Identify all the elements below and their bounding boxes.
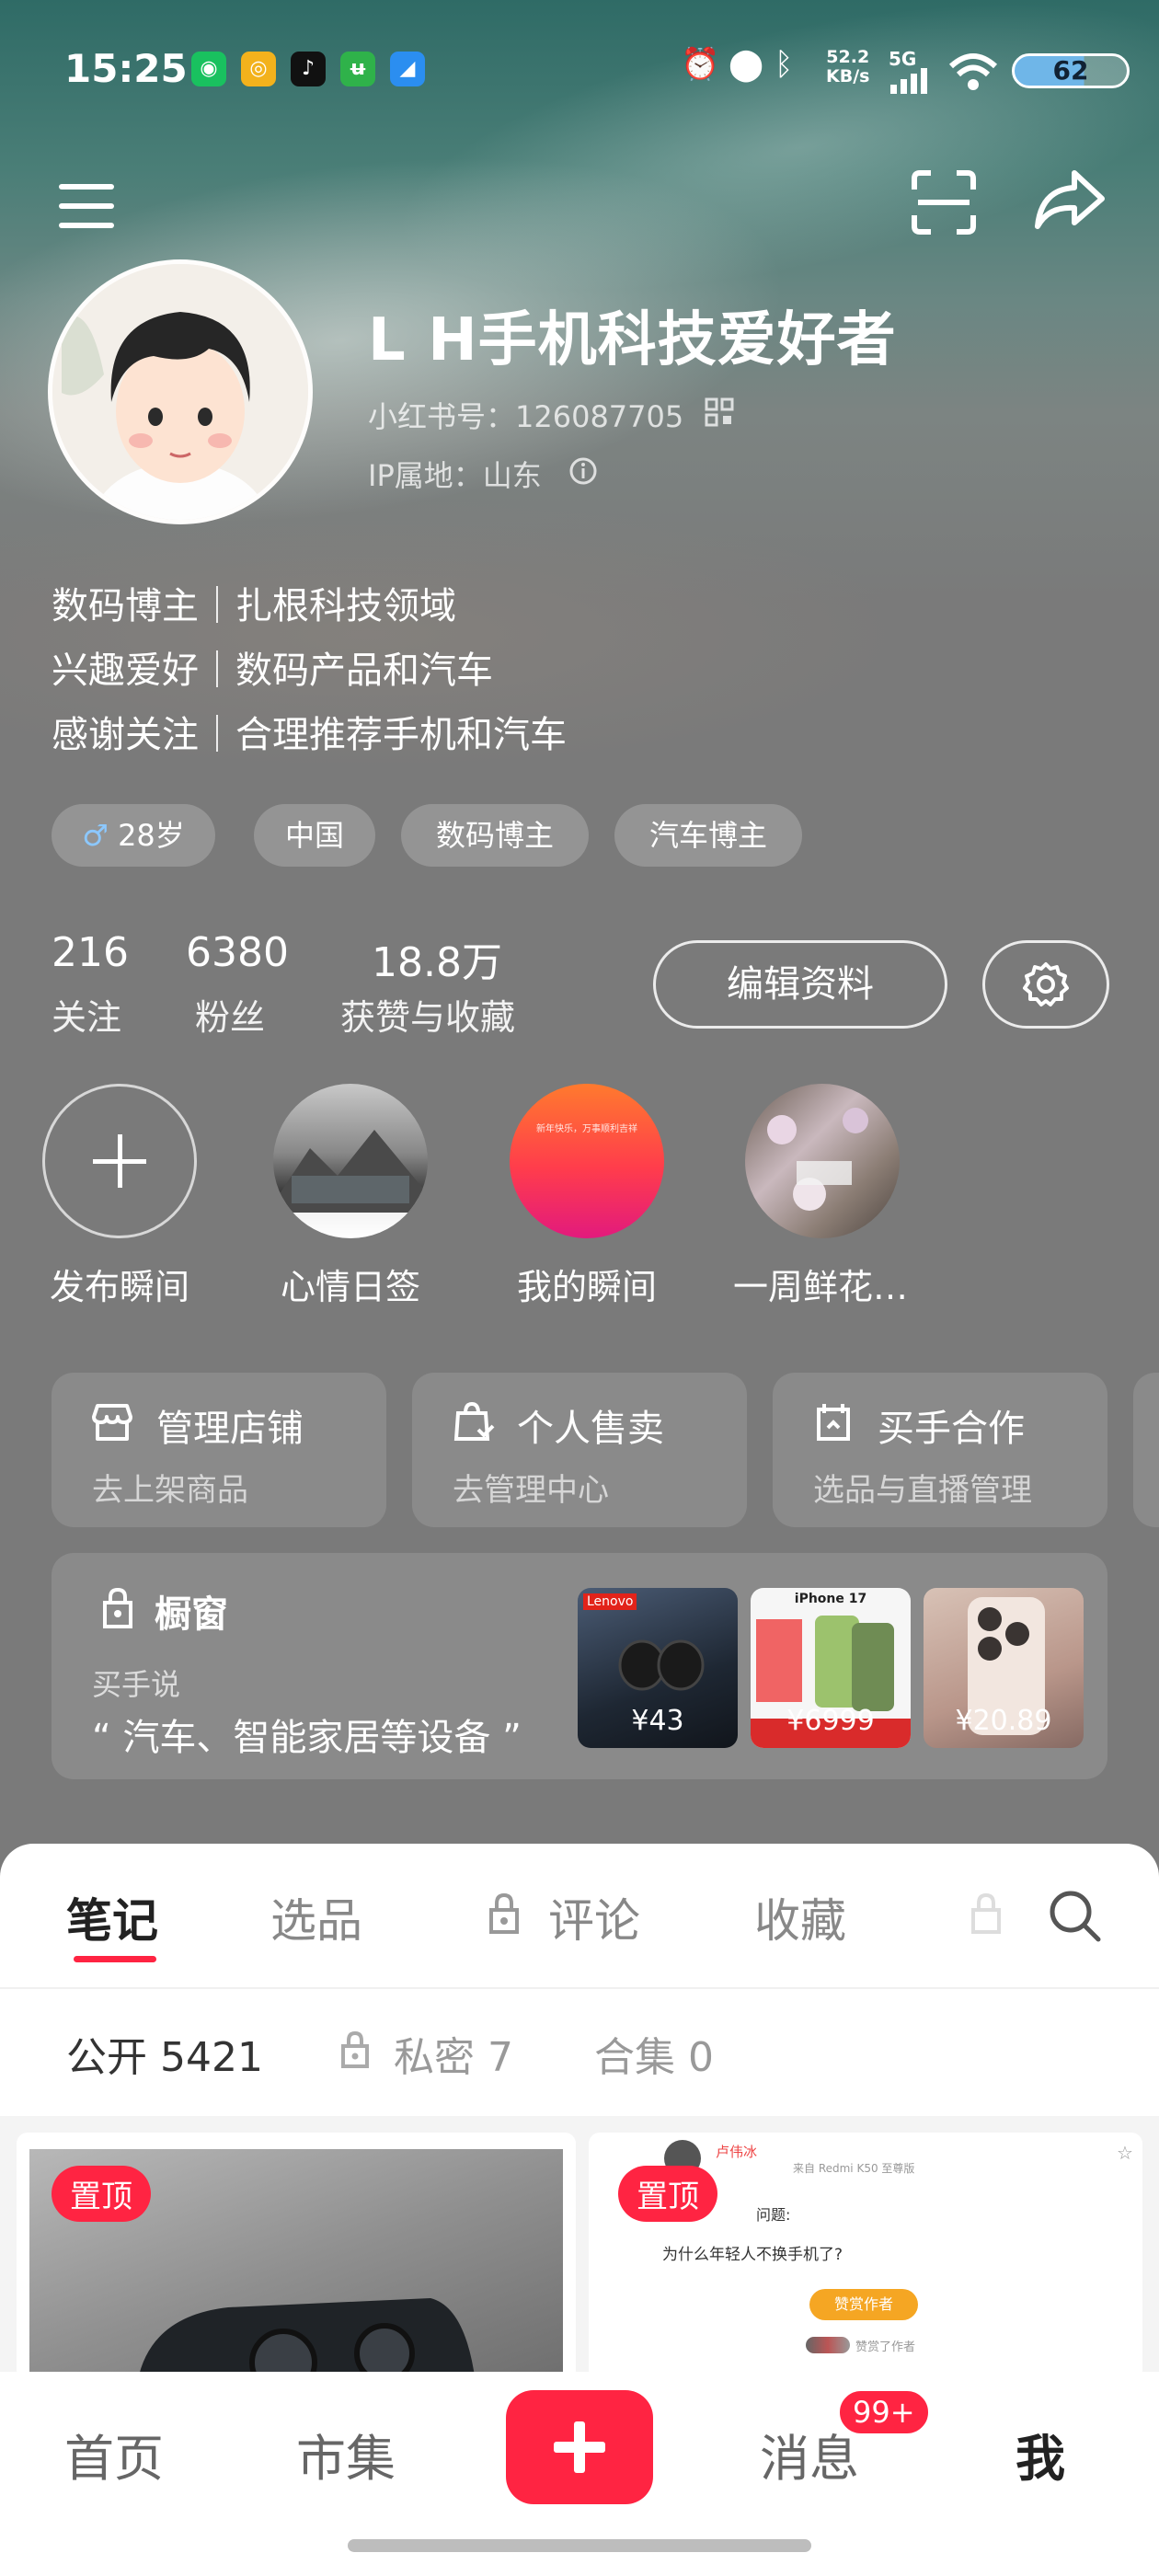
followers-count[interactable]: 6380 [186, 929, 289, 976]
cooperation-icon [817, 1404, 850, 1441]
subtab-collection[interactable]: 合集 0 [594, 2024, 714, 2083]
location-icon: ⬤ [729, 46, 764, 83]
region-tag: 中国 [254, 804, 375, 867]
signal-icon [890, 68, 927, 94]
following-label: 关注 [52, 997, 122, 1038]
likes-count[interactable]: 18.8万 [372, 929, 502, 988]
profile-name: L H手机科技爱好者 [368, 306, 897, 374]
bio-line: 感谢关注｜合理推荐手机和汽车 [52, 714, 567, 756]
app-icon: ◢ [390, 52, 425, 86]
qrcode-icon[interactable] [705, 397, 734, 427]
menu-icon[interactable] [57, 180, 116, 232]
more-card[interactable] [1133, 1373, 1159, 1527]
buyer-quote: “ 汽车、智能家居等设备 ” [92, 1717, 522, 1759]
likes-label: 获赞与收藏 [340, 997, 516, 1038]
lock-bag-icon [103, 1587, 132, 1628]
publish-button[interactable] [506, 2390, 653, 2504]
scan-icon[interactable] [911, 169, 977, 236]
moment-label: 一周鲜花… [732, 1267, 908, 1307]
tab-selection[interactable]: 选品 [270, 1884, 362, 1950]
pinned-badge: 置顶 [618, 2166, 717, 2222]
publish-moment-button[interactable] [42, 1084, 197, 1238]
buyer-cooperation-card[interactable]: 买手合作 选品与直播管理 [773, 1373, 1107, 1527]
store-icon [92, 1404, 132, 1441]
alarm-icon: ⏰ [681, 46, 720, 83]
message-badge: 99+ [837, 2388, 931, 2436]
moment-label: 发布瞬间 [49, 1267, 189, 1307]
flower-moment[interactable] [745, 1084, 900, 1238]
tag: 汽车博主 [614, 804, 802, 867]
subtab-private[interactable]: 私密 7 [394, 2024, 513, 2083]
network-speed: 52.2 KB/s [826, 47, 870, 86]
battery-indicator: 62 [1012, 53, 1130, 88]
tab-favorites[interactable]: 收藏 [754, 1884, 846, 1950]
tab-comments[interactable]: 评论 [548, 1884, 640, 1950]
product-earbuds[interactable]: Lenovo ¥43 [578, 1588, 738, 1748]
star-icon[interactable]: ☆ [1117, 2142, 1133, 2164]
status-time: 15:25 [64, 46, 188, 91]
product-iphone[interactable]: iPhone 17 ¥6999 [751, 1588, 911, 1748]
app-icon: ʉ [340, 52, 375, 86]
nav-me[interactable]: 我 [1016, 2418, 1065, 2490]
red-id: 小红书号：126087705 [368, 399, 684, 434]
shop-window-card[interactable]: 橱窗 买手说 “ 汽车、智能家居等设备 ” Lenovo ¥43 iPhone … [52, 1553, 1107, 1779]
avatar[interactable] [48, 259, 313, 524]
buyer-says-label: 买手说 [92, 1667, 181, 1702]
bag-icon [453, 1401, 495, 1441]
lock-icon [489, 1892, 519, 1934]
moment-label: 我的瞬间 [516, 1267, 657, 1307]
lock-icon[interactable] [968, 1892, 1004, 1936]
personal-sale-card[interactable]: 个人售卖 去管理中心 [412, 1373, 747, 1527]
share-icon[interactable] [1034, 167, 1106, 232]
product-phone-case[interactable]: ¥20.89 [924, 1588, 1084, 1748]
manage-store-card[interactable]: 管理店铺 去上架商品 [52, 1373, 386, 1527]
mood-sign-moment[interactable] [273, 1084, 428, 1238]
pinned-badge: 置顶 [52, 2166, 151, 2222]
product-price: ¥20.89 [955, 1705, 1052, 1737]
subtab-public[interactable]: 公开 5421 [66, 2024, 263, 2083]
info-icon[interactable] [568, 456, 598, 486]
gender-icon: ♂ [82, 818, 109, 853]
home-indicator[interactable] [348, 2539, 811, 2552]
search-icon[interactable] [1047, 1888, 1102, 1943]
product-price: ¥43 [631, 1705, 684, 1737]
edit-profile-button[interactable]: 编辑资料 [653, 940, 947, 1029]
bluetooth-icon: ᛒ [775, 46, 794, 83]
active-tab-indicator [74, 1956, 156, 1962]
note-card[interactable]: 置顶 [17, 2133, 576, 2381]
my-moment[interactable]: 新年快乐，万事顺利吉祥 [510, 1084, 664, 1238]
bio-line: 兴趣爱好｜数码产品和汽车 [52, 650, 493, 692]
bio-line: 数码博主｜扎根科技领域 [52, 585, 456, 627]
wifi-icon [948, 53, 998, 90]
tab-notes[interactable]: 笔记 [66, 1884, 158, 1950]
gear-icon [1023, 962, 1069, 1006]
nav-market[interactable]: 市集 [296, 2418, 396, 2490]
product-price: ¥6999 [786, 1705, 875, 1737]
followers-label: 粉丝 [195, 997, 266, 1038]
note-card[interactable]: 卢伟冰 来自 Redmi K50 至尊版 ☆ 置顶 问题: 为什么年轻人不换手机… [589, 2133, 1142, 2381]
following-count[interactable]: 216 [52, 929, 129, 976]
plus-icon [93, 1134, 146, 1188]
weibo-icon: ◎ [241, 52, 276, 86]
moment-label: 心情日签 [280, 1267, 420, 1307]
tiktok-icon: ♪ [291, 52, 326, 86]
lock-icon [341, 2030, 369, 2068]
tag: 数码博主 [401, 804, 589, 867]
nav-home[interactable]: 首页 [64, 2418, 164, 2490]
plus-icon [554, 2421, 605, 2473]
age-tag: ♂ 28岁 [52, 804, 215, 867]
settings-button[interactable] [982, 940, 1109, 1029]
divider [0, 1987, 1159, 1989]
ip-location: IP属地：山东 [368, 458, 542, 493]
wechat-icon: ◉ [191, 52, 226, 86]
window-title: 橱窗 [155, 1593, 228, 1636]
